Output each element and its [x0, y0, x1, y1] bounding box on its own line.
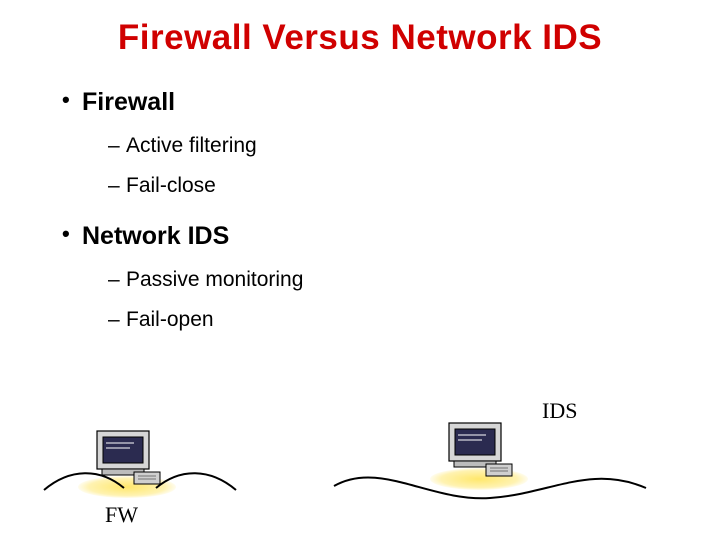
diagram: IDS FW	[0, 398, 720, 538]
bullet-active-filtering: Active filtering	[108, 126, 670, 166]
slide-title: Firewall Versus Network IDS	[50, 18, 670, 58]
bullet-network-ids: Network IDS	[62, 216, 670, 256]
cable-through-icon	[40, 466, 240, 506]
bullet-fail-close: Fail-close	[108, 166, 670, 206]
sub-list-firewall: Active filtering Fail-close	[108, 126, 670, 206]
ids-label: IDS	[542, 398, 577, 424]
sub-list-ids: Passive monitoring Fail-open	[108, 260, 670, 340]
bullet-firewall: Firewall	[62, 82, 670, 122]
slide: Firewall Versus Network IDS Firewall Act…	[0, 0, 720, 540]
bullet-list: Firewall Active filtering Fail-close Net…	[62, 82, 670, 340]
bullet-fail-open: Fail-open	[108, 300, 670, 340]
bullet-passive-monitoring: Passive monitoring	[108, 260, 670, 300]
cable-bypass-icon	[330, 458, 650, 508]
